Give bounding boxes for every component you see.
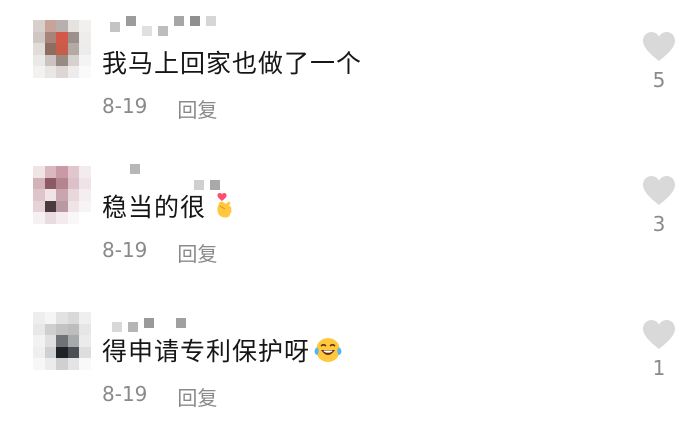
reply-button[interactable]: 回复 — [177, 94, 217, 123]
comment-text: 稳当的很 — [102, 188, 238, 224]
comment-item: 稳当的很 8-19 回复 3 — [0, 144, 700, 284]
comment-item: 得申请专利保护呀 8-19 回复 1 — [0, 288, 700, 428]
like-count: 1 — [652, 356, 666, 380]
comment-meta: 8-19 回复 — [102, 238, 217, 267]
like-control: 3 — [642, 176, 676, 236]
finger-heart-emoji-icon — [217, 192, 232, 218]
comment-body: 得申请专利保护呀 — [102, 337, 311, 366]
comment-item: 我马上回家也做了一个 8-19 回复 5 — [0, 0, 700, 140]
heart-icon[interactable] — [643, 32, 675, 62]
avatar[interactable] — [33, 166, 91, 224]
avatar[interactable] — [33, 20, 91, 78]
like-control: 1 — [642, 320, 676, 380]
comment-body: 稳当的很 — [102, 193, 207, 222]
comment-date: 8-19 — [102, 382, 148, 406]
reply-button[interactable]: 回复 — [177, 382, 217, 411]
heart-icon[interactable] — [643, 320, 675, 350]
reply-button[interactable]: 回复 — [177, 238, 217, 267]
comment-meta: 8-19 回复 — [102, 382, 217, 411]
comment-date: 8-19 — [102, 94, 148, 118]
username-pixelated[interactable] — [110, 16, 216, 36]
comment-text: 得申请专利保护呀 — [102, 332, 342, 368]
laughing-tears-emoji-icon — [314, 338, 342, 362]
comment-body: 我马上回家也做了一个 — [102, 49, 363, 78]
avatar[interactable] — [33, 312, 91, 370]
like-control: 5 — [642, 32, 676, 92]
heart-icon[interactable] — [643, 176, 675, 206]
like-count: 5 — [652, 68, 666, 92]
comment-meta: 8-19 回复 — [102, 94, 217, 123]
like-count: 3 — [652, 212, 666, 236]
username-pixelated[interactable] — [112, 304, 186, 332]
comment-text: 我马上回家也做了一个 — [102, 44, 362, 80]
comment-date: 8-19 — [102, 238, 148, 262]
username-pixelated[interactable] — [130, 160, 220, 190]
